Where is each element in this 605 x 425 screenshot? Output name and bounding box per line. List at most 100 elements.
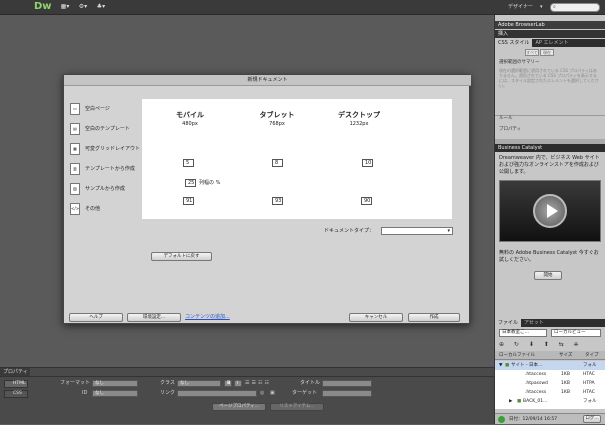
category-label: その他 [85,206,101,212]
category-label: テンプレートから作成 [85,166,135,172]
doctype-label: ドキュメントタイプ： [324,228,375,234]
properties-tab[interactable]: プロパティ [0,368,30,376]
css-all-button[interactable]: すべて [525,49,539,56]
css-panel-tabs: CSS スタイル AP エレメント [495,39,605,47]
view-select[interactable]: ローカルビュー [551,329,601,337]
category-label: サンプルから作成 [85,186,125,192]
mobile-width: 480px [182,121,198,127]
fluid-grid-icon: ▦ [70,143,80,155]
status-icon [498,416,505,423]
id-label: ID [82,390,88,396]
mobile-columns-input[interactable]: 5 [183,159,194,167]
status-date: 日付：12/09/14 16:57 [509,417,558,422]
site-menu-icon[interactable]: ♣▾ [94,3,108,11]
category-blank-page[interactable]: ▭ 空白ページ [70,103,148,117]
desktop-width: 1232px [349,121,369,127]
header-local-files[interactable]: ローカルファイル [499,351,535,360]
play-icon[interactable] [533,194,567,228]
divider [0,376,494,377]
new-document-dialog: 新規ドキュメント ▭ 空白ページ ▤ 空白のテンプレート ▦ 可変グリッドレイア… [63,74,471,324]
category-blank-template[interactable]: ▤ 空白のテンプレート [70,123,148,137]
list-item[interactable]: .htaccess 1KB HTAC [495,388,605,397]
category-label: 空白のテンプレート [85,126,130,132]
gutter-input[interactable]: 25 [185,179,196,187]
class-label: クラス [160,380,175,386]
chevron-down-icon: ▾ [540,4,543,10]
format-label: フォーマット [60,380,91,386]
search-input[interactable]: ⌕ [550,3,600,12]
selection-summary-text: 現在の選択範囲に適用されている CSS プロパティはありません。適用されている … [499,68,599,88]
selection-summary-title: 選択範囲のサマリー [499,60,540,65]
extend-menu-icon[interactable]: ⚙▾ [76,3,90,11]
business-catalyst-header[interactable]: Business Catalyst [495,144,605,152]
list-item[interactable]: .htaccess 1KB HTAC [495,370,605,379]
files-status-bar: 日付：12/09/14 16:57 ログ... [495,413,605,424]
start-button[interactable]: 開始 [534,271,562,280]
category-from-template[interactable]: ▥ テンプレートから作成 [70,163,148,177]
tablet-columns-input[interactable]: 8 [272,159,283,167]
help-button[interactable]: ヘルプ [69,313,123,322]
list-item-button[interactable]: リストアイテム... [270,403,324,411]
mobile-width-input[interactable]: 91 [183,197,194,205]
layout-menu-icon[interactable]: ▦▾ [58,3,72,11]
category-fluid-grid[interactable]: ▦ 可変グリッドレイアウト [70,143,148,157]
preferences-button[interactable]: 環境設定... [127,313,181,322]
rules-label: ルール [499,116,513,121]
link-input[interactable] [177,390,257,397]
files-panel-tabs: ファイル アセット [495,319,605,327]
files-header: ローカルファイル サイズ タイプ [495,351,605,360]
format-select[interactable]: なし [92,380,138,387]
business-catalyst-video[interactable] [499,180,601,242]
target-select[interactable] [322,390,372,397]
target-label: ターゲット [292,390,318,396]
category-label: 可変グリッドレイアウト [85,146,141,152]
list-item[interactable]: ▶ ■ BACK_01… フォル [495,397,605,406]
create-button[interactable]: 作成 [408,313,460,322]
list-indent-icons[interactable]: ☰☰☷☷ [245,380,285,387]
add-content-link[interactable]: コンテンツの追加... [185,313,230,322]
category-from-sample[interactable]: ▨ サンプルから作成 [70,183,148,197]
play-triangle [547,204,558,218]
business-catalyst-promo: 無料の Adobe Business Catalyst 今すぐお試しください。 [499,250,599,263]
bold-button[interactable]: B [224,380,232,387]
header-type[interactable]: タイプ [585,351,599,360]
header-size[interactable]: サイズ [559,351,572,360]
tablet-width-input[interactable]: 93 [272,197,283,205]
doctype-select[interactable]: ▾ [381,227,453,235]
gutter-label: 列幅の % [199,180,221,186]
css-mode-button[interactable]: CSS [4,390,28,398]
title-input[interactable] [322,380,372,387]
sample-icon: ▨ [70,183,80,195]
log-button[interactable]: ログ... [583,415,601,423]
files-toolbar-icons[interactable]: ⊕ ↻ ⬇ ⬆ ⇆ ⎈ [499,341,603,349]
page-properties-button[interactable]: ページプロパティ... [212,403,266,411]
tab-css-styles[interactable]: CSS スタイル [495,39,533,47]
tablet-title: タブレット [259,111,295,119]
id-select[interactable]: なし [92,390,138,397]
folder-icon[interactable]: ▣ [270,390,278,397]
code-icon: </> [70,203,80,215]
html-mode-button[interactable]: HTML [4,380,28,388]
reset-defaults-button[interactable]: デフォルトに戻す [151,252,212,261]
tab-assets[interactable]: アセット [521,319,547,327]
category-label: 空白ページ [85,106,110,112]
blank-template-icon: ▤ [70,123,80,135]
insert-panel-header[interactable]: 挿入 [495,30,605,38]
files-list: ▼ ■ サイト - 日本… フォル .htaccess 1KB HTAC .htpassw… [495,361,605,409]
desktop-columns-input[interactable]: 10 [362,159,373,167]
italic-button[interactable]: I [234,380,242,387]
list-item[interactable]: .htpasswd 1KB HTPA [495,379,605,388]
site-select[interactable]: 日本教室ご… [499,329,547,337]
point-to-file-icon[interactable]: ◎ [260,390,268,397]
desktop-width-input[interactable]: 90 [361,197,372,205]
cancel-button[interactable]: キャンセル [349,313,403,322]
category-other[interactable]: </> その他 [70,203,148,217]
tab-files[interactable]: ファイル [495,319,522,327]
css-current-button[interactable]: 現在 [540,49,554,56]
list-item[interactable]: ▼ ■ サイト - 日本… フォル [495,361,605,370]
application-bar: Dw ▦▾ ⚙▾ ♣▾ デザイナー ▾ ⌕ [0,0,605,15]
tab-ap-elements[interactable]: AP エレメント [532,39,571,47]
browserlab-panel-header[interactable]: Adobe BrowserLab [495,21,605,29]
title-label: タイトル [300,380,321,386]
class-select[interactable]: なし [177,380,221,387]
